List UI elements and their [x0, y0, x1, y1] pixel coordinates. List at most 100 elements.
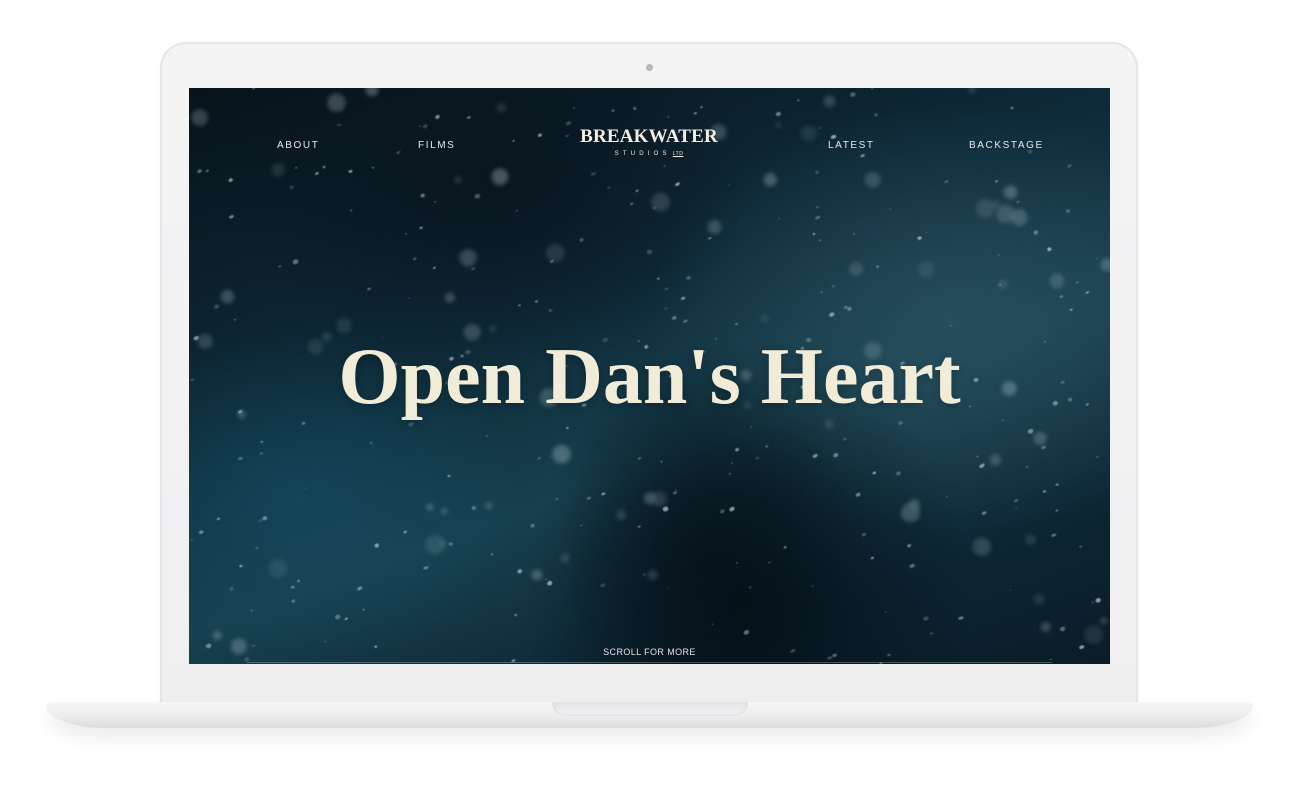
snow-particle — [315, 172, 319, 175]
snow-particle — [549, 456, 551, 458]
snow-particle — [362, 608, 365, 611]
snow-particle — [566, 426, 569, 429]
snow-particle — [923, 616, 929, 621]
snow-particle — [367, 287, 371, 291]
snow-particle — [820, 291, 823, 294]
snow-particle — [1047, 247, 1052, 252]
snow-particle — [289, 185, 294, 190]
snow-particle — [909, 563, 915, 568]
snow-particle — [1085, 291, 1090, 294]
bokeh-particle — [336, 317, 352, 334]
bokeh-particle — [491, 168, 509, 186]
snow-particle — [925, 231, 928, 234]
snow-particle — [815, 215, 821, 220]
bokeh-particle — [440, 508, 448, 515]
snow-particle — [405, 233, 407, 235]
snow-particle — [995, 180, 998, 183]
scroll-for-more-link[interactable]: SCROLL FOR MORE — [189, 647, 1110, 657]
snow-particle — [853, 233, 856, 235]
snow-particle — [850, 92, 856, 97]
snow-particle — [349, 209, 353, 212]
snow-particle — [835, 318, 837, 320]
logo-studios-text: STUDIOS — [614, 151, 671, 157]
snow-particle — [228, 215, 234, 219]
snow-particle — [907, 543, 912, 548]
snow-particle — [843, 437, 847, 441]
nav-films-link[interactable]: FILMS — [418, 140, 455, 151]
snow-particle — [976, 455, 979, 458]
snow-particle — [917, 236, 922, 240]
bokeh-particle — [760, 313, 769, 323]
bokeh-particle — [1084, 625, 1104, 645]
snow-particle — [534, 300, 538, 303]
bokeh-particle — [268, 558, 288, 578]
bokeh-particle — [989, 454, 1002, 466]
snow-particle — [949, 325, 952, 327]
snow-particle — [861, 532, 866, 537]
snow-particle — [290, 585, 295, 589]
snow-particle — [423, 566, 429, 570]
snow-particle — [633, 107, 637, 110]
snow-particle — [369, 441, 373, 445]
snow-particle — [1008, 589, 1012, 592]
snow-particle — [1015, 507, 1018, 509]
bokeh-particle — [647, 569, 658, 581]
snow-particle — [1042, 490, 1047, 493]
snow-particle — [252, 88, 256, 90]
bokeh-particle — [823, 95, 836, 108]
snow-particle — [831, 284, 836, 288]
snow-particle — [728, 184, 731, 186]
snow-particle — [1051, 533, 1057, 537]
snow-particle — [344, 617, 348, 621]
snow-particle — [565, 121, 572, 126]
snow-particle — [1041, 445, 1046, 450]
snow-particle — [474, 193, 481, 199]
bokeh-particle — [864, 171, 881, 188]
snow-particle — [259, 452, 264, 455]
snow-particle — [545, 578, 548, 581]
webcam-icon — [646, 64, 653, 71]
snow-particle — [830, 134, 837, 139]
snow-particle — [518, 304, 521, 307]
snow-particle — [611, 109, 615, 113]
bokeh-particle — [1010, 209, 1028, 226]
snow-particle — [693, 112, 697, 115]
nav-latest-link[interactable]: LATEST — [828, 140, 875, 151]
bokeh-particle — [1025, 534, 1037, 545]
snow-particle — [630, 202, 634, 205]
bokeh-particle — [365, 88, 379, 97]
snow-particle — [435, 114, 440, 119]
snow-particle — [870, 88, 874, 90]
snow-particle — [663, 165, 666, 167]
snow-particle — [448, 542, 453, 546]
snow-particle — [671, 316, 677, 320]
nav-backstage-link[interactable]: BACKSTAGE — [969, 140, 1044, 151]
snow-particle — [573, 107, 575, 109]
nav-about-link[interactable]: ABOUT — [277, 140, 319, 151]
snow-particle — [1059, 295, 1064, 298]
bokeh-particle — [271, 163, 286, 177]
snow-particle — [870, 556, 874, 560]
snow-particle — [708, 237, 712, 240]
bokeh-particle — [1004, 185, 1018, 199]
snow-particle — [775, 111, 781, 117]
snow-particle — [297, 579, 300, 583]
snow-particle — [664, 287, 669, 291]
snow-particle — [1027, 428, 1034, 434]
bokeh-particle — [972, 537, 991, 556]
snow-particle — [1069, 308, 1073, 311]
snow-particle — [1067, 164, 1072, 168]
snow-particle — [1091, 601, 1095, 604]
snow-particle — [740, 222, 742, 224]
bokeh-particle — [775, 122, 782, 128]
snow-particle — [997, 254, 1001, 256]
snow-particle — [884, 611, 887, 613]
breakwater-logo[interactable]: BREAKWATER STUDIOS LTD — [574, 127, 724, 158]
snow-particle — [888, 208, 891, 211]
hero-title: Open Dan's Heart — [338, 333, 961, 421]
snow-particle — [335, 614, 341, 620]
bokeh-particle — [801, 125, 817, 142]
snow-particle — [239, 564, 243, 568]
snow-particle — [1025, 465, 1029, 469]
snow-particle — [205, 169, 209, 173]
